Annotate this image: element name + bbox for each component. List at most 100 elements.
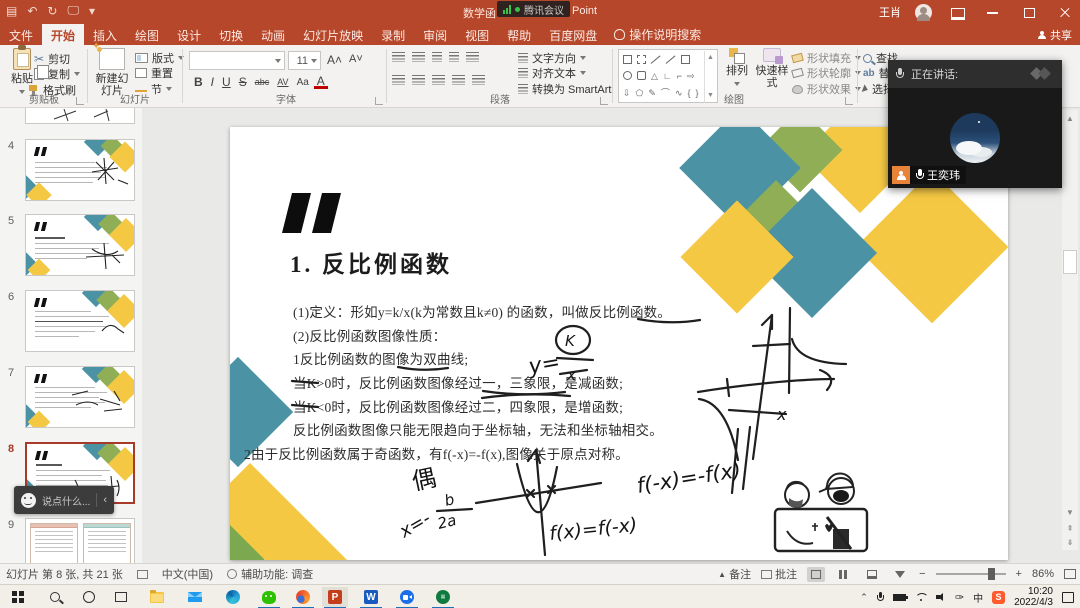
italic-button[interactable]: I [208,75,217,89]
shapes-gallery[interactable]: △ ∟ ⌐ ⇨ ⇩ ⬠ ✎ ⌒ ∿ { } ▲▼ [618,49,718,103]
tab-animations[interactable]: 动画 [252,24,294,45]
increase-indent-icon[interactable] [449,52,459,62]
tab-home[interactable]: 开始 [42,24,84,45]
triangle-shape-icon[interactable]: △ [651,71,658,81]
emoji-icon[interactable] [21,493,36,508]
align-left-icon[interactable] [392,75,405,85]
tab-review[interactable]: 审阅 [414,24,456,45]
battery-icon[interactable] [893,594,906,601]
tray-expand-chevron[interactable]: ⌃ [860,592,868,603]
align-text-button[interactable]: 对齐文本 [518,65,586,81]
tab-file[interactable]: 文件 [0,24,42,45]
chat-collapse-arrow[interactable]: ‹ [103,494,107,506]
save-icon[interactable]: ▤ [6,4,17,18]
sogou-input-icon[interactable]: S [992,591,1005,604]
layout-button[interactable]: 版式 [135,50,184,66]
strikethrough-button[interactable]: S [236,75,250,89]
scroll-up-arrow[interactable]: ▲ [1063,112,1077,126]
green-app-icon[interactable]: ▦ [430,587,456,607]
thumbnail-slide-5[interactable] [25,214,135,276]
wifi-icon[interactable] [915,593,927,602]
tray-microphone-icon[interactable] [877,592,884,603]
pen-settings-icon[interactable]: ✑ [955,591,964,604]
copy-button[interactable]: 复制 [34,66,80,82]
clock[interactable]: 10:20 2022/4/3 [1014,586,1053,608]
mail-icon[interactable] [182,587,208,607]
clipboard-dialog-launcher[interactable] [76,97,84,105]
textbox-shape-icon[interactable] [637,55,646,64]
reading-view-button[interactable] [863,567,881,582]
align-right-icon[interactable] [432,75,445,85]
task-view-icon[interactable] [108,587,134,607]
tab-view[interactable]: 视图 [456,24,498,45]
left-brace-shape-icon[interactable]: { [687,88,690,98]
bold-button[interactable]: B [191,75,206,89]
firefox-icon[interactable] [290,587,316,607]
thumbnail-slide-7[interactable] [25,366,135,428]
customize-qat-icon[interactable]: ▾ [89,4,95,18]
arrow-line-shape-icon[interactable] [666,55,676,64]
clear-formatting-button[interactable]: abc [252,77,273,87]
grow-font-button[interactable]: A˄ [327,53,342,67]
tab-draw[interactable]: 绘图 [126,24,168,45]
vertical-scrollbar[interactable]: ▲ ▼ ⇞ ⇟ [1062,110,1078,550]
slide-text-line[interactable]: 当K<0时，反比例函数图像经过二，四象限，是增函数; [293,396,623,416]
edge-icon[interactable] [220,587,246,607]
tab-help[interactable]: 帮助 [498,24,540,45]
right-arrow-shape-icon[interactable]: ⇨ [687,71,695,81]
start-button[interactable] [5,587,31,607]
curve-connector-icon[interactable]: ⌐ [677,71,682,81]
square-shape-icon[interactable] [681,55,690,64]
thumbnail-slide-9[interactable] [25,518,135,563]
quick-styles-button[interactable]: 快速样式 [754,48,790,89]
chat-placeholder[interactable]: 说点什么... [42,493,90,508]
wechat-icon[interactable] [256,587,282,607]
meeting-chat-bubble[interactable]: 说点什么... ‹ [14,486,114,514]
text-direction-button[interactable]: 文字方向 [518,50,586,66]
tab-baidu-netdisk[interactable]: 百度网盘 [540,24,606,45]
character-spacing-button[interactable]: AV [274,77,291,87]
tab-insert[interactable]: 插入 [84,24,126,45]
slide-canvas[interactable]: 1. 反比例函数 (1)定义：形如y=k/x(k为常数且k≠0) 的函数，叫做反… [230,127,1008,560]
tab-record[interactable]: 录制 [372,24,414,45]
maximize-button[interactable] [1018,3,1040,21]
shape-fill-button[interactable]: 形状填充 [792,50,861,66]
underline-button[interactable]: U [219,75,234,89]
font-size-combobox[interactable]: 11 [288,51,321,70]
drawing-dialog-launcher[interactable] [845,97,853,105]
slide-text-line[interactable]: (2)反比例函数图像性质： [293,325,446,345]
arc-shape-icon[interactable]: ⌒ [661,88,670,98]
slideshow-icon[interactable]: 🖵 [67,3,79,18]
font-name-combobox[interactable] [189,51,285,70]
slide-title[interactable]: 1. 反比例函数 [290,245,452,279]
theme-icon[interactable] [137,570,148,579]
new-slide-button[interactable]: 新建幻灯片 [93,48,131,97]
fit-slide-to-window-button[interactable] [1064,569,1076,579]
tab-transitions[interactable]: 切换 [210,24,252,45]
shapes-gallery-scrollbar[interactable]: ▲▼ [704,51,716,103]
close-button[interactable] [1054,3,1076,21]
slideshow-view-button[interactable] [891,567,909,582]
zoom-slider-thumb[interactable] [988,568,995,580]
meeting-header[interactable]: 正在讲话: [888,60,1062,88]
accessibility-status[interactable]: 辅助功能: 调查 [227,566,313,582]
zoom-slider[interactable] [936,573,1006,575]
word-icon[interactable]: W [358,587,384,607]
scroll-thumb[interactable] [1063,250,1077,274]
slide-text-line[interactable]: 反比例函数图像只能无限趋向于坐标轴，无法和坐标轴相交。 [293,419,663,439]
tencent-meeting-icon[interactable] [394,587,420,607]
paragraph-dialog-launcher[interactable] [600,97,608,105]
language-status[interactable]: 中文(中国) [162,566,213,582]
ime-icon[interactable]: 中 [973,590,983,605]
minimize-button[interactable] [982,3,1004,21]
taskbar-search-icon[interactable] [42,587,68,607]
bullets-icon[interactable] [392,52,405,62]
thumbnail-slide-6[interactable] [25,290,135,352]
tencent-meeting-overlay[interactable]: 正在讲话: 王奕玮 [888,60,1062,188]
meeting-video-tile[interactable]: 王奕玮 [888,88,1062,188]
tab-design[interactable]: 设计 [168,24,210,45]
change-case-button[interactable]: Aa [294,77,312,88]
slide-text-line[interactable]: (1)定义：形如y=k/x(k为常数且k≠0) 的函数，叫做反比例函数。 [293,301,671,321]
powerpoint-icon-active[interactable]: P [322,587,348,607]
file-explorer-icon[interactable] [144,587,170,607]
